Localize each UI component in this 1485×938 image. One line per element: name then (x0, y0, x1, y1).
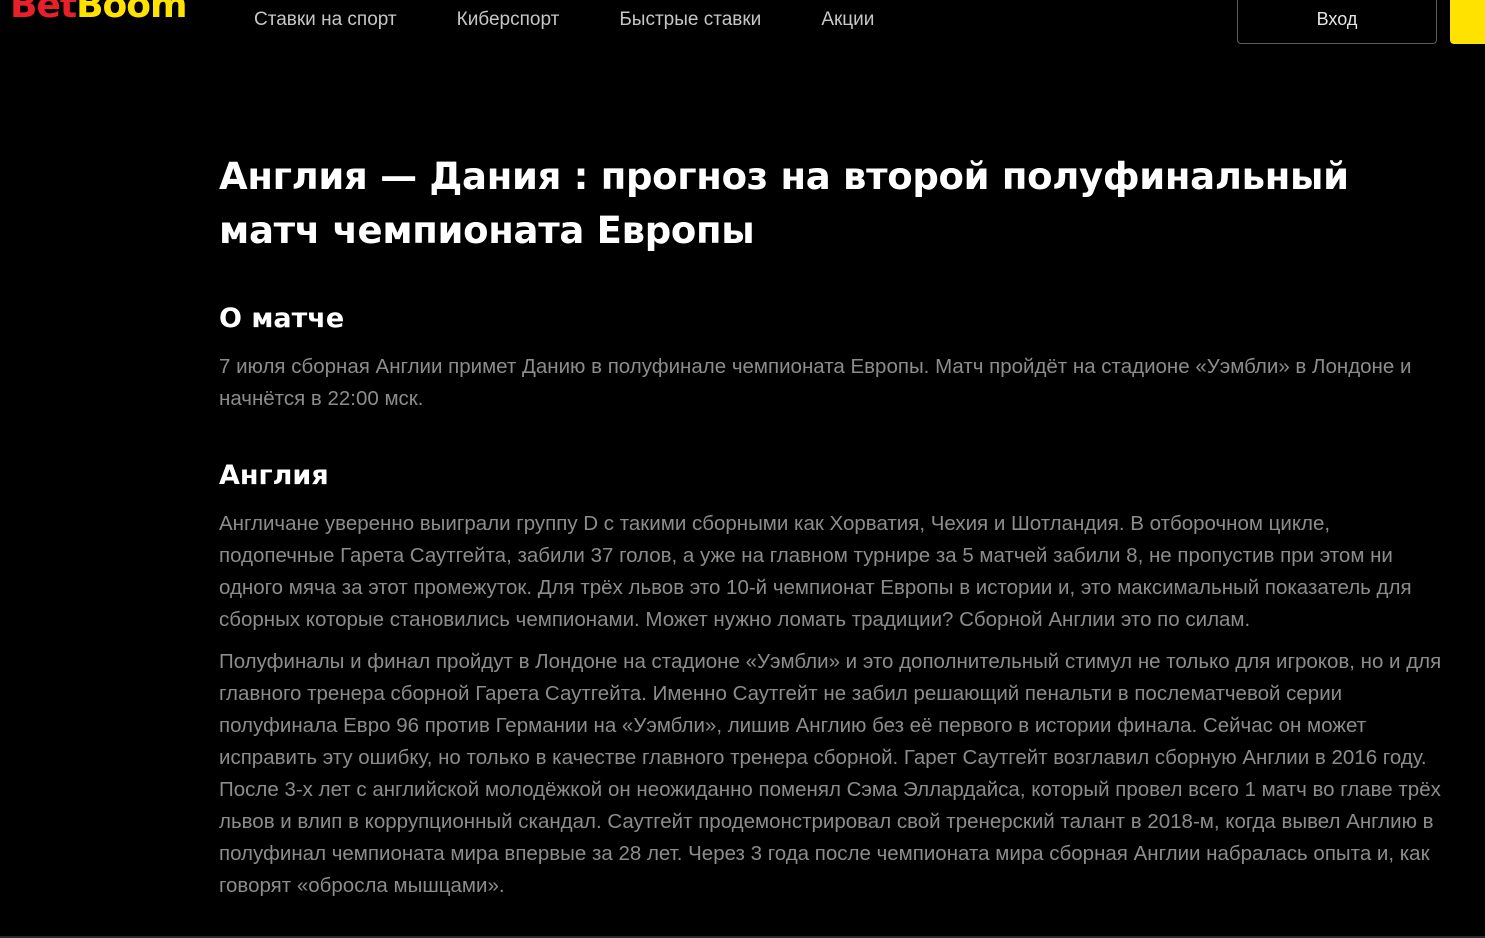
section-heading-about-match: О матче (219, 303, 345, 334)
nav-item-esports[interactable]: Киберспорт (457, 8, 560, 32)
section-paragraph-about-match: 7 июля сборная Англии примет Данию в пол… (219, 355, 1412, 410)
article-title: Англия — Дания : прогноз на второй полуф… (219, 155, 1349, 252)
section-paragraph-england-2: Полуфиналы и финал пройдут в Лондоне на … (219, 650, 1442, 897)
login-button[interactable]: Вход (1237, 0, 1437, 44)
section-heading-england: Англия (219, 460, 329, 491)
header: BetBoom Ставки на спорт Киберспорт Быстр… (0, 0, 1485, 50)
logo-part-bet: Bet (10, 0, 77, 26)
nav-item-fast-bets[interactable]: Быстрые ставки (619, 8, 761, 32)
section-paragraph-england-1: Англичане уверенно выиграли группу D с т… (219, 512, 1412, 631)
main-nav: Ставки на спорт Киберспорт Быстрые ставк… (254, 8, 934, 32)
nav-item-promotions[interactable]: Акции (821, 8, 874, 32)
logo-part-boom: Boom (76, 0, 187, 26)
register-button[interactable] (1450, 0, 1485, 44)
page: BetBoom Ставки на спорт Киберспорт Быстр… (0, 0, 1485, 938)
betboom-logo[interactable]: BetBoom (10, 0, 188, 26)
article: Англия — Дания : прогноз на второй полуф… (219, 150, 1447, 902)
nav-item-sports-betting[interactable]: Ставки на спорт (254, 8, 397, 32)
